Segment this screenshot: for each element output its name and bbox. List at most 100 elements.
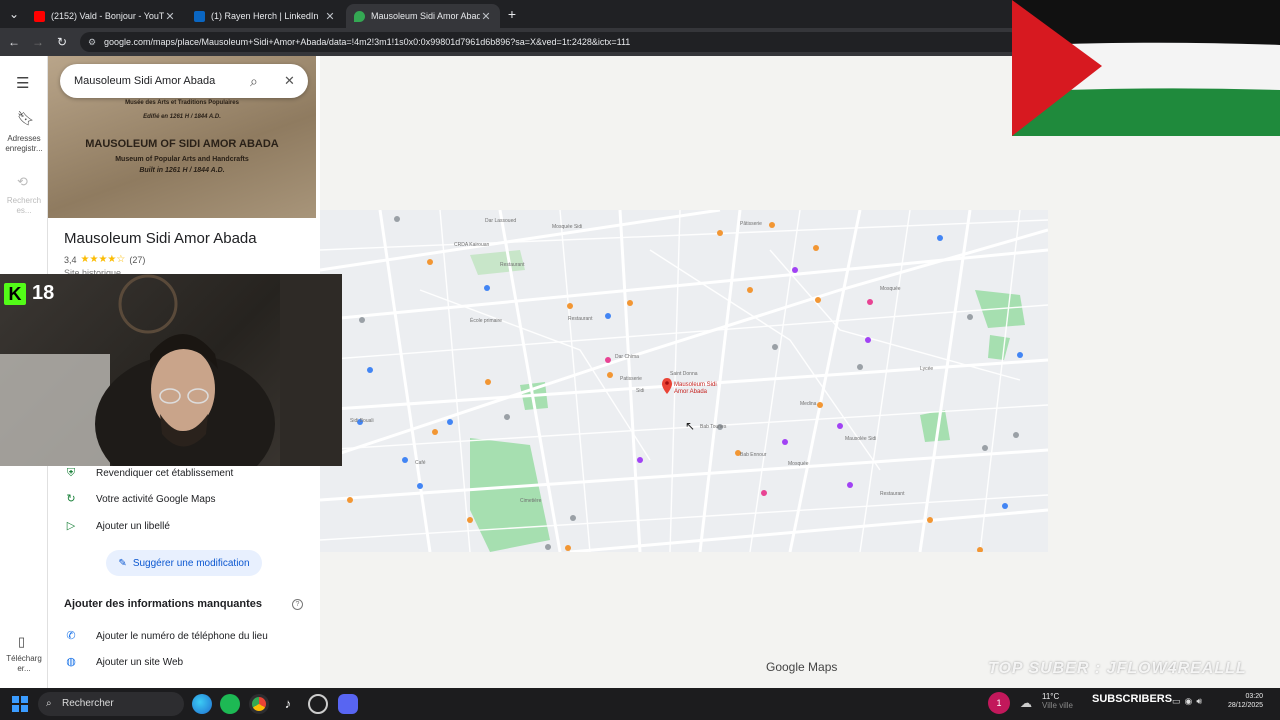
svg-text:Mosquée: Mosquée — [788, 461, 809, 467]
svg-text:Mausolée Sidi: Mausolée Sidi — [845, 436, 876, 442]
recents-label[interactable]: Recherch es... — [0, 196, 48, 216]
close-icon[interactable]: ✕ — [284, 64, 295, 98]
top-subscriber-banner: TOP SUBER : JFLOW4REALLL — [988, 660, 1247, 677]
flag-graphic — [1012, 0, 1280, 136]
tab-search-icon[interactable]: ⌄ — [6, 6, 22, 22]
forward-icon[interactable]: → — [30, 34, 46, 50]
park-area — [920, 410, 950, 442]
street-map: Dar Lassoued Mosquée Sidi CRDA Kairouan Re… — [320, 210, 1048, 552]
suggest-edit-label: Suggérer une modification — [132, 557, 250, 569]
obs-icon[interactable] — [308, 694, 328, 714]
taskbar-search[interactable]: ⌕ Rechercher — [38, 692, 184, 716]
add-website-row[interactable]: ◍ Ajouter un site Web — [64, 653, 183, 671]
suggest-edit-button[interactable]: ✎ Suggérer une modification — [106, 550, 262, 576]
add-label-row[interactable]: ▷ Ajouter un libellé — [64, 517, 170, 535]
search-input[interactable]: Mausoleum Sidi Amor Abada ⌕ ✕ — [60, 64, 308, 98]
svg-text:Restaurant: Restaurant — [568, 316, 593, 322]
svg-text:Mosquée: Mosquée — [880, 286, 901, 292]
weather-temp: 11°C — [1042, 692, 1060, 701]
help-icon[interactable]: ? — [292, 599, 303, 610]
svg-text:Restaurant: Restaurant — [880, 491, 905, 497]
taskbar-search-label: Rechercher — [62, 698, 114, 709]
address-bar[interactable]: ⚙ google.com/maps/place/Mausoleum+Sidi+A… — [80, 32, 1020, 52]
kick-logo-icon: K — [4, 282, 26, 305]
search-icon[interactable]: ⌕ — [250, 64, 258, 98]
clock-date: 28/12/2025 — [1228, 702, 1264, 709]
tray-icons[interactable]: ▭◉🔊︎ — [1172, 696, 1206, 707]
svg-text:Pâtisserie: Pâtisserie — [740, 221, 762, 227]
weather-place: Ville ville — [1042, 701, 1073, 710]
svg-text:Medina: Medina — [800, 401, 817, 407]
tab-youtube[interactable]: (2152) Vald - Bonjour - YouTube ✕ — [26, 4, 184, 28]
phone-device-icon[interactable]: ▯ — [18, 634, 25, 650]
bookmark-icon[interactable]: 🔖︎ — [17, 110, 35, 127]
search-input-value: Mausoleum Sidi Amor Abada — [74, 75, 216, 87]
download-app-label[interactable]: Télécharg er... — [0, 654, 48, 674]
svg-text:Mosquée Sidi: Mosquée Sidi — [552, 224, 582, 230]
star-rating-icon: ★★★★☆ — [80, 254, 126, 265]
pencil-icon: ✎ — [118, 557, 127, 569]
plaque-text: Museum of Popular Arts and Handcrafts — [115, 156, 249, 163]
weather-icon[interactable]: ☁ — [1020, 696, 1032, 710]
back-icon[interactable]: ← — [6, 34, 22, 50]
svg-text:Dar Chima: Dar Chima — [615, 354, 639, 360]
pin-label[interactable]: Mausoleum Sidi Amor Abada — [674, 382, 724, 396]
svg-text:Sidi Bouali: Sidi Bouali — [350, 418, 374, 424]
clock[interactable]: 03:20 28/12/2025 — [1228, 692, 1263, 710]
windows-start-icon[interactable] — [12, 696, 28, 712]
edge-icon[interactable] — [192, 694, 212, 714]
search-icon: ⌕ — [46, 698, 52, 709]
claim-business-row[interactable]: ⛨ Revendiquer cet établissement — [64, 464, 233, 482]
saved-places-label[interactable]: Adresses enregistr... — [0, 134, 48, 154]
svg-text:École primaire: École primaire — [470, 317, 502, 324]
place-photo[interactable]: Musée des Arts et Traditions Populaires … — [48, 56, 316, 218]
row-label: Votre activité Google Maps — [96, 493, 216, 505]
palestine-flag-overlay — [1012, 0, 1280, 136]
svg-text:Cimetière: Cimetière — [520, 498, 542, 504]
add-phone-row[interactable]: ✆ Ajouter le numéro de téléphone du lieu — [64, 627, 267, 645]
plaque-text: MAUSOLEUM OF SIDI AMOR ABADA — [85, 138, 279, 150]
close-icon[interactable]: ✕ — [324, 10, 336, 23]
weather-widget[interactable]: 11°C Ville ville — [1042, 692, 1073, 710]
tab-google-maps[interactable]: Mausoleum Sidi Amor Abada - ✕ — [346, 4, 500, 28]
discord-icon[interactable] — [338, 694, 358, 714]
plaque-text: Musée des Arts et Traditions Populaires — [125, 100, 239, 106]
rating-value: 3,4 — [64, 254, 77, 265]
rating-count[interactable]: (27) — [129, 255, 145, 265]
close-icon[interactable]: ✕ — [480, 10, 492, 23]
menu-icon[interactable]: ☰ — [16, 74, 29, 92]
tab-title: Mausoleum Sidi Amor Abada - — [371, 11, 480, 21]
svg-text:Restaurant: Restaurant — [500, 262, 525, 268]
tab-title: (2152) Vald - Bonjour - YouTube — [51, 11, 164, 21]
svg-text:Lycée: Lycée — [920, 366, 933, 372]
clock-time: 03:20 — [1245, 693, 1264, 700]
windows-taskbar: ⌕ Rechercher ♪ 1 ☁ 11°C Ville ville ▭◉🔊︎… — [0, 688, 1280, 720]
row-label: Ajouter un libellé — [96, 520, 170, 532]
phone-icon: ✆ — [66, 630, 76, 642]
site-info-icon[interactable]: ⚙ — [88, 32, 96, 52]
close-icon[interactable]: ✕ — [164, 10, 176, 23]
subscribers-label: SUBSCRIBERS — [1092, 693, 1173, 705]
maps-activity-row[interactable]: ↻ Votre activité Google Maps — [64, 490, 216, 508]
svg-text:Patisserie: Patisserie — [620, 376, 642, 382]
webcam-overlay: K 18 — [0, 274, 342, 466]
plaque-text: Edifié en 1261 H / 1844 A.D. — [143, 114, 221, 120]
spotify-icon[interactable] — [220, 694, 240, 714]
map-canvas[interactable]: Dar Lassoued Mosquée Sidi CRDA Kairouan Re… — [320, 210, 1048, 552]
rating[interactable]: 3,4 ★★★★☆ (27) — [64, 254, 145, 265]
tiktok-icon[interactable]: ♪ — [278, 694, 298, 714]
new-tab-button[interactable]: + — [504, 6, 520, 22]
viewer-count: 18 — [32, 282, 55, 304]
maps-pin-icon — [354, 10, 365, 22]
label-icon: ▷ — [66, 520, 76, 532]
kick-viewers-badge: K 18 — [4, 282, 54, 305]
tab-linkedin[interactable]: (1) Rayen Herch | LinkedIn ✕ — [186, 4, 344, 28]
svg-text:Bab Ennour: Bab Ennour — [740, 452, 767, 458]
plaque-text: Built in 1261 H / 1844 A.D. — [139, 167, 225, 174]
url-text: google.com/maps/place/Mausoleum+Sidi+Amo… — [104, 37, 631, 47]
svg-text:CRDA Kairouan: CRDA Kairouan — [454, 242, 490, 248]
reload-icon[interactable]: ↻ — [54, 34, 70, 50]
chrome-icon[interactable] — [249, 694, 269, 714]
notification-badge[interactable]: 1 — [988, 692, 1010, 714]
history-icon[interactable]: ⟲ — [17, 174, 28, 190]
